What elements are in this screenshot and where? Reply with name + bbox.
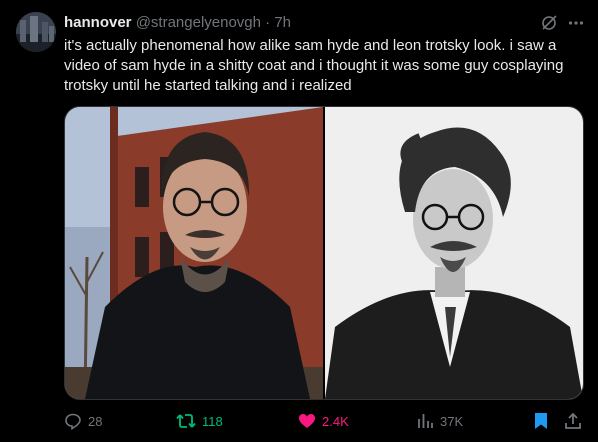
- bookmark-button[interactable]: [533, 410, 549, 432]
- views-button[interactable]: 37K: [416, 410, 463, 432]
- reply-icon: [65, 413, 81, 430]
- avatar[interactable]: [16, 12, 56, 52]
- timestamp[interactable]: 7h: [274, 14, 291, 31]
- media-grid: [64, 106, 584, 400]
- retweet-icon: [176, 414, 196, 428]
- like-count: 2.4K: [322, 413, 349, 429]
- heart-icon: [299, 414, 315, 428]
- tweet-header: hannover @strangelyenovgh · 7h: [64, 14, 582, 32]
- share-button[interactable]: [564, 410, 582, 432]
- share-icon: [565, 412, 581, 429]
- bookmark-icon: [535, 413, 547, 429]
- tweet-text: it's actually phenomenal how alike sam h…: [64, 37, 564, 94]
- retweet-button[interactable]: 118: [176, 410, 223, 432]
- header-icons: [540, 12, 584, 34]
- like-button[interactable]: 2.4K: [298, 410, 349, 432]
- user-handle[interactable]: @strangelyenovgh: [136, 14, 261, 31]
- retweet-count: 118: [202, 413, 223, 429]
- display-name[interactable]: hannover: [64, 14, 132, 31]
- more-icon[interactable]: [568, 15, 584, 31]
- view-count: 37K: [440, 413, 464, 429]
- views-icon: [418, 414, 433, 428]
- reply-button[interactable]: 28: [64, 410, 102, 432]
- media-photo-left[interactable]: [65, 107, 323, 399]
- grok-icon[interactable]: [540, 14, 558, 32]
- separator-dot: ·: [265, 14, 271, 31]
- tweet[interactable]: hannover @strangelyenovgh · 7h it's actu…: [0, 0, 598, 442]
- tweet-actions: 28 118 2.4K 37K: [64, 410, 586, 432]
- media-photo-right[interactable]: [325, 107, 583, 399]
- reply-count: 28: [88, 413, 103, 429]
